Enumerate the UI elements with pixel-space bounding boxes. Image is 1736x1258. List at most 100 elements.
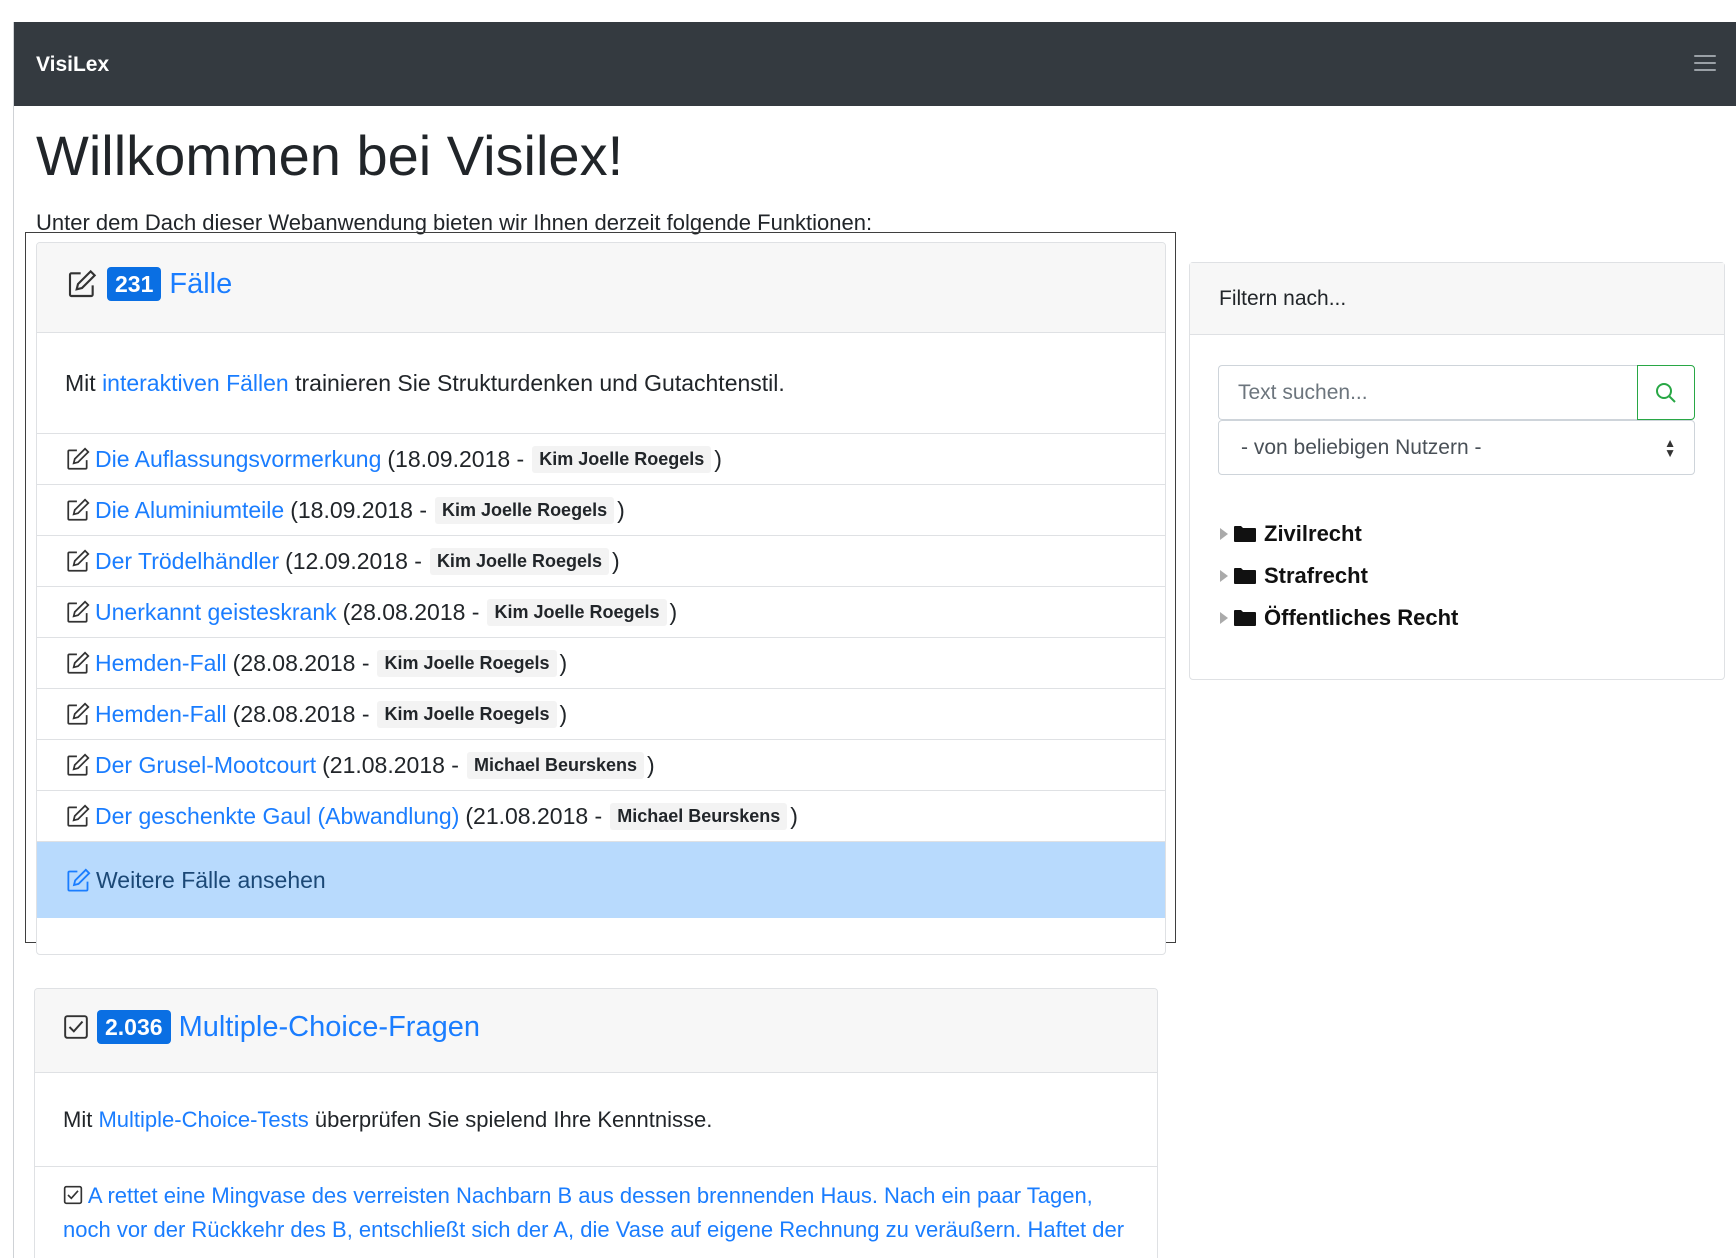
case-title-link[interactable]: Der geschenkte Gaul (Abwandlung) xyxy=(95,803,459,830)
search-row: Text suchen... xyxy=(1218,365,1695,420)
case-list-item: Unerkannt geisteskrank (28.08.2018 - Kim J… xyxy=(37,587,1165,638)
edit-icon xyxy=(67,753,90,776)
case-date: (28.08.2018 - xyxy=(342,598,480,625)
edit-icon xyxy=(67,447,90,470)
case-title-link[interactable]: Die Auflassungsvormerkung xyxy=(95,446,381,473)
author-badge[interactable]: Kim Joelle Roegels xyxy=(487,598,667,626)
cases-list: Die Auflassungsvormerkung (18.09.2018 - Ki… xyxy=(37,434,1165,842)
author-badge[interactable]: Kim Joelle Roegels xyxy=(429,547,609,575)
mc-title-link[interactable]: Multiple-Choice-Fragen xyxy=(179,1011,480,1044)
case-list-item: Der Trödelhändler (12.09.2018 - Kim Joelle… xyxy=(37,536,1165,587)
cases-card-header: 231 Fälle xyxy=(37,243,1165,333)
case-close-paren: ) xyxy=(714,445,722,472)
hamburger-icon[interactable] xyxy=(1694,55,1716,76)
case-title-link[interactable]: Unerkannt geisteskrank xyxy=(95,599,337,626)
case-date: (28.08.2018 - xyxy=(232,649,370,676)
case-list-item: Die Aluminiumteile (18.09.2018 - Kim Joell… xyxy=(37,485,1165,536)
author-badge[interactable]: Michael Beurskens xyxy=(466,751,645,779)
search-button[interactable] xyxy=(1637,365,1695,420)
mc-card-header: 2.036 Multiple-Choice-Fragen xyxy=(35,989,1157,1073)
edit-icon xyxy=(67,868,91,892)
author-badge[interactable]: Kim Joelle Roegels xyxy=(377,700,557,728)
edit-icon xyxy=(67,804,90,827)
edit-icon xyxy=(67,651,90,674)
mc-card: 2.036 Multiple-Choice-Fragen Mit Multipl… xyxy=(34,988,1158,1258)
case-date: (21.08.2018 - xyxy=(322,751,459,778)
mc-title[interactable]: 2.036 Multiple-Choice-Fragen xyxy=(63,1010,480,1044)
case-close-paren: ) xyxy=(790,802,798,829)
author-badge[interactable]: Kim Joelle Roegels xyxy=(435,496,615,524)
case-close-paren: ) xyxy=(559,700,568,727)
tree-node[interactable]: Öffentliches Recht xyxy=(1218,597,1458,639)
author-badge[interactable]: Kim Joelle Roegels xyxy=(532,445,712,473)
checkbox-icon xyxy=(64,1015,88,1039)
filter-card: Filtern nach... Text suchen... - von bel… xyxy=(1189,262,1725,680)
mc-first-item-text: A rettet eine Mingvase des verreisten Na… xyxy=(63,1183,1125,1242)
case-close-paren: ) xyxy=(647,751,655,778)
folder-icon xyxy=(1234,568,1256,584)
case-date: (28.08.2018 - xyxy=(232,700,370,727)
case-date: (21.08.2018 - xyxy=(465,802,603,829)
mc-body-suffix: überprüfen Sie spielend Ihre Kenntnisse. xyxy=(308,1106,713,1132)
case-list-item: Hemden-Fall (28.08.2018 - Kim Joelle Roege… xyxy=(37,689,1165,740)
category-tree: Zivilrecht Strafrecht Öffentliches Recht xyxy=(1218,513,1458,639)
case-list-item: Die Auflassungsvormerkung (18.09.2018 - Ki… xyxy=(37,434,1165,485)
tree-node[interactable]: Strafrecht xyxy=(1218,555,1458,597)
mc-card-body: Mit Multiple-Choice-Tests überprüfen Sie… xyxy=(35,1073,1157,1167)
search-icon xyxy=(1656,382,1676,403)
case-date: (12.09.2018 - xyxy=(285,547,422,574)
case-close-paren: ) xyxy=(612,547,620,574)
case-list-item: Der Grusel-Mootcourt (21.08.2018 - Michael… xyxy=(37,740,1165,791)
user-filter-select[interactable]: - von beliebigen Nutzern - ▲ ▼ xyxy=(1218,420,1695,475)
cases-title-link[interactable]: Fälle xyxy=(169,268,232,301)
folder-icon xyxy=(1234,526,1256,542)
checkbox-icon xyxy=(63,1186,83,1205)
case-list-item: Hemden-Fall (28.08.2018 - Kim Joelle Roege… xyxy=(37,638,1165,689)
cases-card: 231 Fälle Mit interaktiven Fällen traini… xyxy=(36,242,1166,955)
expand-triangle-icon[interactable] xyxy=(1220,528,1228,540)
case-list-item: Der geschenkte Gaul (Abwandlung) (21.08.2… xyxy=(37,791,1165,842)
case-date: (18.09.2018 - xyxy=(387,445,525,472)
folder-icon xyxy=(1234,610,1256,626)
case-close-paren: ) xyxy=(617,496,625,523)
case-date: (18.09.2018 - xyxy=(290,496,428,523)
search-input[interactable]: Text suchen... xyxy=(1218,365,1638,420)
interactive-cases-link[interactable]: interaktiven Fällen xyxy=(102,370,289,397)
more-cases-button[interactable]: Weitere Fälle ansehen xyxy=(37,842,1165,918)
case-title-link[interactable]: Hemden-Fall xyxy=(95,650,227,677)
more-cases-label: Weitere Fälle ansehen xyxy=(96,866,326,893)
page-title: Willkommen bei Visilex! xyxy=(36,124,624,187)
mc-body-prefix: Mit xyxy=(63,1106,99,1132)
case-title-link[interactable]: Der Trödelhändler xyxy=(95,548,279,575)
user-filter-value: - von beliebigen Nutzern - xyxy=(1241,435,1482,459)
cases-body-prefix: Mit xyxy=(65,369,103,396)
tree-node-label: Strafrecht xyxy=(1264,563,1368,588)
case-title-link[interactable]: Die Aluminiumteile xyxy=(95,497,284,524)
cases-card-body: Mit interaktiven Fällen trainieren Sie S… xyxy=(37,333,1165,434)
edit-icon xyxy=(67,549,90,572)
tree-node-label: Zivilrecht xyxy=(1264,521,1362,546)
author-badge[interactable]: Kim Joelle Roegels xyxy=(377,649,557,677)
select-caret-icon: ▲ ▼ xyxy=(1664,436,1676,460)
mc-tests-link[interactable]: Multiple-Choice-Tests xyxy=(98,1107,308,1133)
author-badge[interactable]: Michael Beurskens xyxy=(610,802,788,830)
cases-title[interactable]: 231 Fälle xyxy=(65,267,232,301)
tree-node-label: Öffentliches Recht xyxy=(1264,605,1459,630)
app-frame: VisiLex Willkommen bei Visilex! Unter de… xyxy=(13,22,1736,1258)
edit-icon xyxy=(67,702,90,725)
tree-node[interactable]: Zivilrecht xyxy=(1218,513,1458,555)
edit-icon xyxy=(67,498,90,521)
case-title-link[interactable]: Hemden-Fall xyxy=(95,701,227,728)
mc-count-badge: 2.036 xyxy=(97,1010,171,1044)
cases-body-suffix: trainieren Sie Strukturdenken und Gutach… xyxy=(288,369,785,396)
case-title-link[interactable]: Der Grusel-Mootcourt xyxy=(95,752,316,779)
filter-header: Filtern nach... xyxy=(1190,263,1724,335)
edit-icon xyxy=(67,600,90,623)
expand-triangle-icon[interactable] xyxy=(1220,570,1228,582)
cases-count-badge: 231 xyxy=(107,267,162,301)
brand-link[interactable]: VisiLex xyxy=(36,53,109,77)
case-close-paren: ) xyxy=(669,598,678,625)
expand-triangle-icon[interactable] xyxy=(1220,612,1228,624)
edit-icon xyxy=(68,269,97,298)
mc-first-item[interactable]: A rettet eine Mingvase des verreisten Na… xyxy=(35,1167,1157,1247)
